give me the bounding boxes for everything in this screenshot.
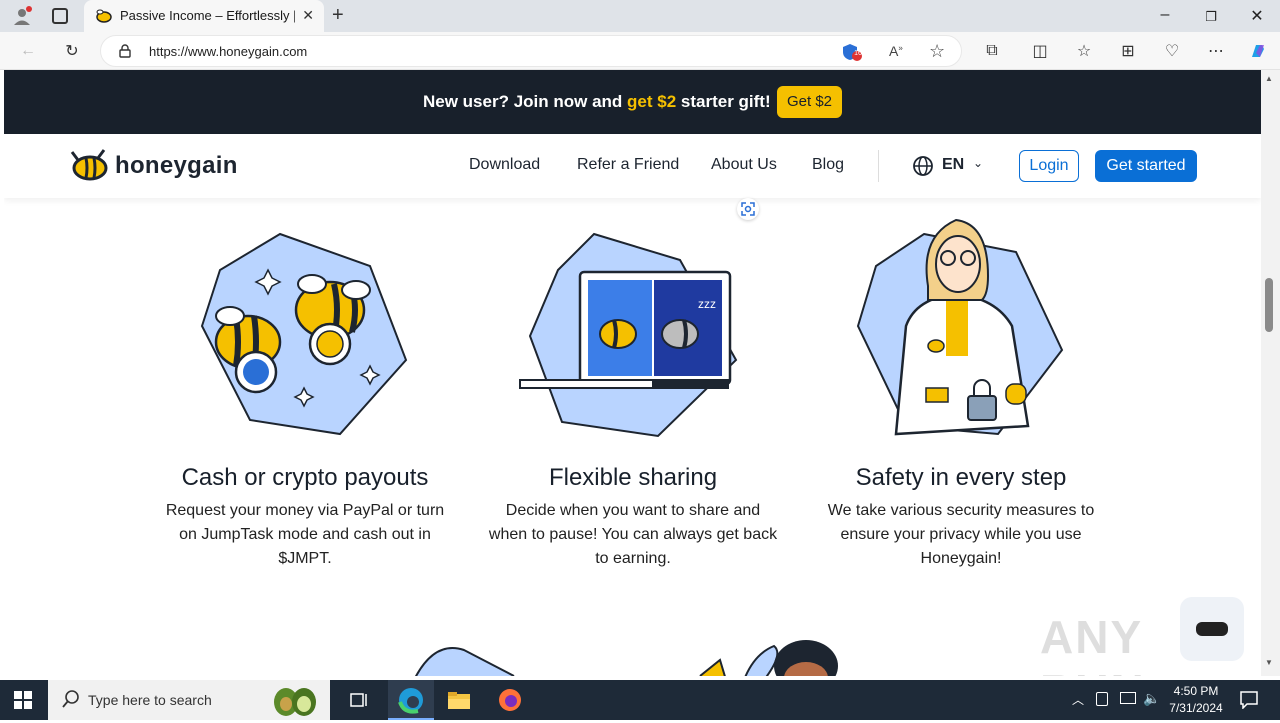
split-screen-icon[interactable]: ◫ xyxy=(1028,39,1052,63)
page-scrollbar[interactable]: ▲ ▼ xyxy=(1261,70,1280,676)
tray-chevron-up-icon[interactable]: ︿ xyxy=(1072,691,1084,708)
copilot-icon[interactable] xyxy=(1246,39,1270,63)
safety-illustration xyxy=(856,216,1068,440)
collections-icon[interactable]: ⊞ xyxy=(1116,39,1140,63)
refresh-icon[interactable]: ↻ xyxy=(60,39,84,63)
back-icon[interactable]: ← xyxy=(16,39,40,63)
browser-essentials-icon[interactable]: ♡ xyxy=(1160,39,1184,63)
scroll-up-arrow-icon[interactable]: ▲ xyxy=(1265,74,1273,83)
tab-actions-icon[interactable] xyxy=(52,8,68,24)
payout-illustration xyxy=(200,230,410,440)
nav-about-us[interactable]: About Us xyxy=(711,156,777,174)
close-tab-icon[interactable]: ✕ xyxy=(302,7,314,24)
get-started-button[interactable]: Get started xyxy=(1095,150,1197,182)
clock-time[interactable]: 4:50 PM xyxy=(1166,684,1226,698)
tray-network-icon[interactable] xyxy=(1120,692,1136,704)
task-view-icon[interactable] xyxy=(350,690,370,715)
svg-text:zzz: zzz xyxy=(698,297,716,311)
address-bar[interactable]: https://www.honeygain.com 16 A» ☆ xyxy=(100,35,962,67)
tray-device-icon[interactable] xyxy=(1096,692,1108,706)
profile-icon[interactable] xyxy=(12,6,32,26)
lock-icon[interactable] xyxy=(119,44,131,63)
taskbar-search-box[interactable]: Type here to search xyxy=(48,680,330,720)
windows-taskbar: Type here to search ︿ 🔈 4:50 PM 7/31/202… xyxy=(0,680,1280,720)
clock-date[interactable]: 7/31/2024 xyxy=(1162,701,1230,715)
nav-blog[interactable]: Blog xyxy=(812,156,844,174)
promo-text: New user? Join now and get $2 starter gi… xyxy=(423,92,771,111)
feature-desc-safety: We take various security measures to ens… xyxy=(827,502,1095,567)
feature-title-payouts: Cash or crypto payouts xyxy=(181,464,429,491)
promo-highlight: get $2 xyxy=(627,92,677,111)
honeygain-logo-icon[interactable] xyxy=(68,148,110,187)
feature-title-safety: Safety in every step xyxy=(855,464,1067,491)
scroll-down-arrow-icon[interactable]: ▼ xyxy=(1265,658,1273,667)
extension-badge: 16 xyxy=(854,50,862,57)
search-icon xyxy=(62,690,80,713)
anyrun-watermark: ANY RUN xyxy=(1040,611,1144,676)
favorite-star-icon[interactable]: ☆ xyxy=(929,41,945,62)
nav-refer-a-friend[interactable]: Refer a Friend xyxy=(577,156,679,174)
notifications-icon[interactable] xyxy=(1240,691,1258,714)
nav-download[interactable]: Download xyxy=(469,156,540,174)
next-section-illustration xyxy=(404,630,864,676)
extensions-icon[interactable]: ⧉ xyxy=(980,39,1004,63)
promo-banner: New user? Join now and get $2 starter gi… xyxy=(4,70,1261,134)
read-aloud-icon[interactable]: A» xyxy=(889,43,903,59)
feature-desc-payouts: Request your money via PayPal or turn on… xyxy=(165,502,445,567)
tray-volume-icon[interactable]: 🔈 xyxy=(1143,690,1160,707)
site-header: honeygain Download Refer a Friend About … xyxy=(4,134,1261,198)
web-page: New user? Join now and get $2 starter gi… xyxy=(4,70,1261,676)
visual-search-icon[interactable] xyxy=(737,198,759,220)
restore-icon[interactable]: ❐ xyxy=(1196,9,1226,25)
nav-divider xyxy=(878,150,879,182)
sharing-illustration: zzz xyxy=(514,230,739,440)
chevron-down-icon[interactable]: ⌄ xyxy=(973,156,983,170)
scrollbar-thumb[interactable] xyxy=(1265,278,1273,332)
file-explorer-icon[interactable] xyxy=(448,690,470,715)
firefox-icon[interactable] xyxy=(498,688,522,717)
feature-desc-sharing: Decide when you want to share and when t… xyxy=(488,502,778,567)
tab-title: Passive Income – Effortlessly | Ho xyxy=(120,8,295,23)
favorites-icon[interactable]: ☆ xyxy=(1072,39,1096,63)
logo-wordmark[interactable]: honeygain xyxy=(115,152,238,180)
feature-title-sharing: Flexible sharing xyxy=(548,464,718,491)
globe-icon[interactable] xyxy=(912,155,934,182)
new-tab-icon[interactable]: + xyxy=(332,4,344,27)
get-2-button[interactable]: Get $2 xyxy=(777,86,842,118)
windows-start-icon[interactable] xyxy=(14,691,32,714)
edge-taskbar-icon[interactable] xyxy=(388,680,434,720)
close-window-icon[interactable]: ✕ xyxy=(1242,6,1272,26)
bee-favicon-icon xyxy=(94,9,112,28)
avocado-widget-icon[interactable] xyxy=(270,682,320,723)
more-menu-icon[interactable]: ⋯ xyxy=(1204,39,1228,63)
language-selector[interactable]: EN xyxy=(942,156,964,174)
browser-tab-strip: Passive Income – Effortlessly | Ho ✕ + –… xyxy=(0,0,1280,32)
minimize-icon[interactable]: – xyxy=(1150,6,1180,24)
active-tab[interactable]: Passive Income – Effortlessly | Ho ✕ xyxy=(84,0,324,32)
login-button[interactable]: Login xyxy=(1019,150,1079,182)
search-placeholder: Type here to search xyxy=(88,692,212,708)
browser-toolbar: ← ↻ https://www.honeygain.com 16 A» ☆ ⧉ … xyxy=(0,32,1280,70)
url-text[interactable]: https://www.honeygain.com xyxy=(149,44,307,59)
